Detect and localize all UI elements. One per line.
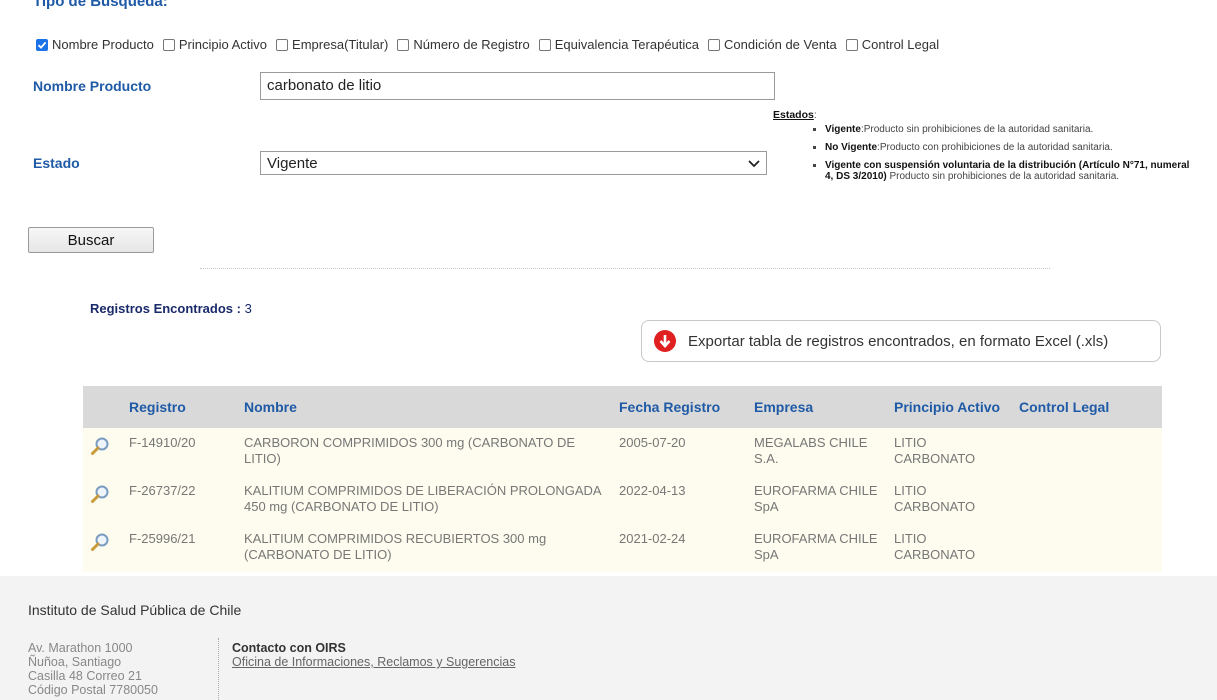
cell-control: [1013, 476, 1162, 524]
cell-nombre: KALITIUM COMPRIMIDOS DE LIBERACIÓN PROLO…: [244, 483, 601, 514]
checkbox-icon[interactable]: [162, 38, 175, 51]
cell-empresa: EUROFARMA CHILE SpA: [754, 531, 878, 562]
results-count: Registros Encontrados : 3: [90, 301, 252, 316]
checkbox-label: Equivalencia Terapéutica: [554, 37, 700, 52]
estados-legend: Estados: Vigente:Producto sin prohibicio…: [773, 109, 1193, 189]
checkbox-empresa[interactable]: Empresa(Titular): [276, 37, 388, 52]
magnifier-icon[interactable]: [89, 435, 111, 457]
cell-empresa: EUROFARMA CHILE SpA: [754, 483, 878, 514]
download-icon: [654, 330, 676, 352]
checkbox-icon[interactable]: [276, 38, 289, 51]
col-registro: Registro: [129, 399, 186, 415]
checkbox-label: Condición de Venta: [724, 37, 837, 52]
checkbox-icon[interactable]: [845, 38, 858, 51]
product-name-input[interactable]: carbonato de litio: [260, 72, 775, 100]
checkbox-nombre-producto[interactable]: Nombre Producto: [36, 37, 154, 52]
checkbox-checked-icon[interactable]: [36, 38, 48, 51]
checkbox-condicion-venta[interactable]: Condición de Venta: [708, 37, 837, 52]
results-table: Registro Nombre Fecha Registro Empresa P…: [83, 386, 1162, 572]
table-row: F-25996/21 KALITIUM COMPRIMIDOS RECUBIER…: [83, 524, 1162, 572]
status-label: Estado: [33, 155, 80, 171]
cell-nombre: KALITIUM COMPRIMIDOS RECUBIERTOS 300 mg …: [244, 531, 547, 562]
footer-divider: [218, 638, 219, 700]
contact-title: Contacto con OIRS: [232, 641, 346, 655]
checkbox-label: Empresa(Titular): [292, 37, 389, 52]
checkbox-label: Control Legal: [861, 37, 940, 52]
search-type-title: Tipo de Búsqueda:: [33, 0, 168, 10]
checkbox-icon[interactable]: [538, 38, 551, 51]
results-count-label: Registros Encontrados :: [90, 301, 241, 316]
col-nombre: Nombre: [244, 399, 297, 415]
checkbox-icon[interactable]: [708, 38, 721, 51]
cell-registro: F-14910/20: [129, 435, 196, 450]
cell-registro: F-26737/22: [129, 483, 196, 498]
footer-institute: Instituto de Salud Pública de Chile: [28, 602, 242, 618]
footer: [0, 576, 1217, 700]
search-button[interactable]: Buscar: [28, 227, 154, 253]
cell-principio: LITIO CARBONATO: [894, 531, 976, 562]
product-name-label: Nombre Producto: [33, 78, 152, 94]
estados-list: Vigente:Producto sin prohibiciones de la…: [773, 124, 1193, 182]
results-count-value: 3: [244, 301, 252, 316]
table-row: F-26737/22 KALITIUM COMPRIMIDOS DE LIBER…: [83, 476, 1162, 524]
status-select[interactable]: Vigente: [260, 151, 767, 175]
cell-nombre: CARBORON COMPRIMIDOS 300 mg (CARBONATO D…: [244, 435, 576, 466]
search-type-options: Nombre Producto Principio Activo Empresa…: [36, 37, 948, 52]
magnifier-icon[interactable]: [89, 531, 111, 553]
footer-contact: Contacto con OIRS Oficina de Informacion…: [232, 641, 515, 669]
estado-item: Vigente:Producto sin prohibiciones de la…: [825, 124, 1193, 135]
export-label: Exportar tabla de registros encontrados,…: [688, 332, 1109, 350]
estados-title: Estados: [773, 109, 814, 121]
table-header: Registro Nombre Fecha Registro Empresa P…: [83, 386, 1162, 428]
checkbox-label: Número de Registro: [413, 37, 530, 52]
checkbox-numero-registro[interactable]: Número de Registro: [397, 37, 530, 52]
cell-principio: LITIO CARBONATO: [894, 483, 976, 514]
checkbox-icon[interactable]: [397, 38, 410, 51]
cell-registro: F-25996/21: [129, 531, 196, 546]
col-fecha: Fecha Registro: [619, 399, 721, 415]
cell-principio: LITIO CARBONATO: [894, 435, 976, 466]
checkbox-label: Nombre Producto: [52, 37, 154, 52]
cell-fecha: 2022-04-13: [619, 483, 686, 498]
cell-control: [1013, 524, 1162, 572]
estado-item: No Vigente:Producto con prohibiciones de…: [825, 142, 1193, 153]
checkbox-control-legal[interactable]: Control Legal: [845, 37, 940, 52]
cell-fecha: 2021-02-24: [619, 531, 686, 546]
contact-link[interactable]: Oficina de Informaciones, Reclamos y Sug…: [232, 655, 515, 669]
cell-control: [1013, 428, 1162, 476]
checkbox-equivalencia[interactable]: Equivalencia Terapéutica: [538, 37, 700, 52]
checkbox-label: Principio Activo: [178, 37, 268, 52]
divider: [200, 268, 1050, 269]
estado-item: Vigente con suspensión voluntaria de la …: [825, 160, 1193, 182]
checkbox-principio-activo[interactable]: Principio Activo: [162, 37, 268, 52]
status-selected-value: Vigente: [267, 154, 318, 172]
cell-empresa: MEGALABS CHILE S.A.: [754, 435, 868, 466]
table-row: F-14910/20 CARBORON COMPRIMIDOS 300 mg (…: [83, 428, 1162, 476]
cell-fecha: 2005-07-20: [619, 435, 686, 450]
magnifier-icon[interactable]: [89, 483, 111, 505]
chevron-down-icon: [748, 155, 760, 172]
col-control: Control Legal: [1019, 399, 1110, 415]
export-excel-button[interactable]: Exportar tabla de registros encontrados,…: [641, 320, 1161, 362]
col-principio: Principio Activo: [894, 399, 1001, 415]
col-empresa: Empresa: [754, 399, 814, 415]
footer-address: Av. Marathon 1000 Ñuñoa, Santiago Casill…: [28, 641, 158, 697]
